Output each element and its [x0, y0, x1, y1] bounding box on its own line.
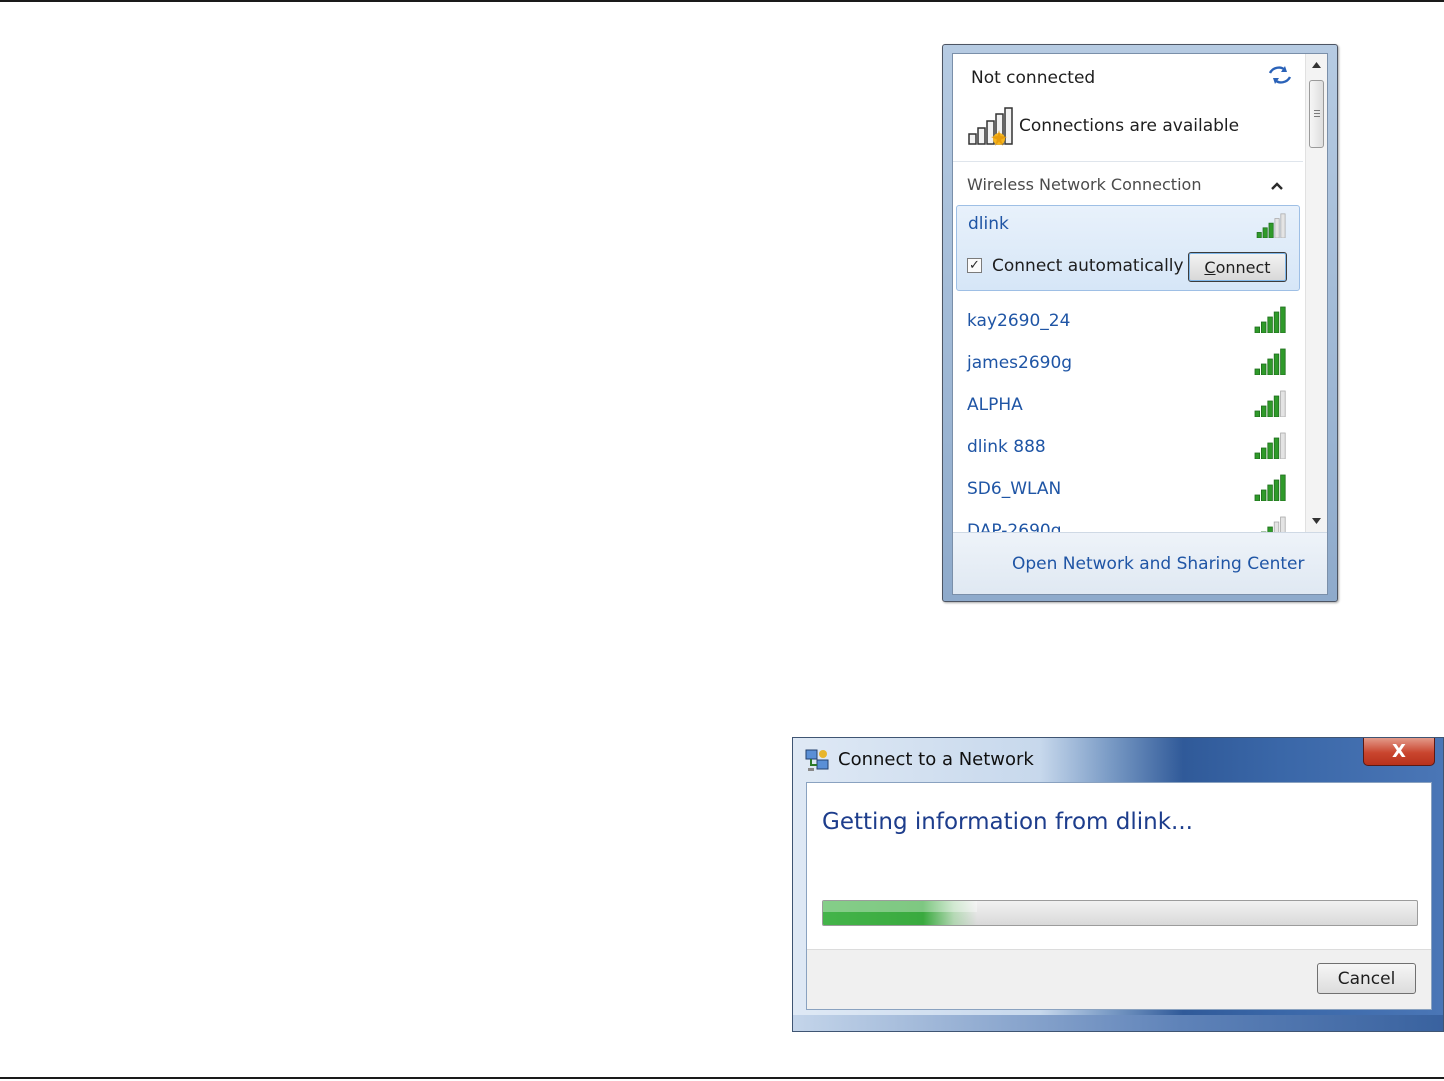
- network-list-item[interactable]: james2690g: [953, 345, 1303, 387]
- signal-bar-filled: [1273, 479, 1280, 501]
- network-name: james2690g: [967, 353, 1073, 373]
- signal-bar-empty: [1274, 218, 1280, 238]
- section-divider: [953, 161, 1303, 162]
- connect-button-mnemonic: C: [1204, 257, 1216, 277]
- network-name: dlink: [968, 214, 1009, 234]
- signal-bar-filled: [1260, 489, 1267, 501]
- progress-fill: [823, 901, 978, 925]
- signal-bar-filled: [1267, 484, 1273, 501]
- signal-bar-filled: [1254, 326, 1260, 333]
- signal-bar-filled: [1262, 227, 1268, 238]
- signal-bar-filled: [1254, 410, 1260, 417]
- signal-bar-filled: [1267, 442, 1273, 459]
- wireless-section-label[interactable]: Wireless Network Connection: [967, 175, 1201, 194]
- network-list-item[interactable]: SD6_WLAN: [953, 471, 1303, 513]
- dialog-content: Getting information from dlink... Cancel: [806, 782, 1432, 1010]
- close-icon: X: [1392, 740, 1406, 762]
- connect-automatically-checkbox[interactable]: ✓: [967, 258, 982, 273]
- connections-available-text: Connections are available: [1019, 116, 1240, 136]
- signal-bar-filled: [1267, 358, 1273, 375]
- signal-strength-icon: [1256, 213, 1286, 238]
- scroll-grip-line: [1314, 110, 1320, 111]
- network-connect-icon: [805, 749, 829, 771]
- page-top-rule: [0, 0, 1444, 2]
- scroll-grip-line: [1314, 116, 1320, 117]
- signal-bar-filled: [1273, 395, 1280, 417]
- open-network-sharing-center-link[interactable]: Open Network and Sharing Center: [1012, 554, 1304, 574]
- wireless-signal-warning-icon: [968, 107, 1013, 146]
- network-name: SD6_WLAN: [967, 479, 1062, 499]
- signal-bar-filled: [1280, 474, 1286, 501]
- page-bottom-rule: [0, 1077, 1444, 1079]
- signal-bar-filled: [1260, 405, 1267, 417]
- network-name: dlink 888: [967, 437, 1046, 457]
- connection-status-title: Not connected: [971, 68, 1096, 88]
- connect-automatically-label[interactable]: Connect automatically: [992, 256, 1184, 276]
- signal-bar-empty: [1280, 390, 1286, 417]
- dialog-title: Connect to a Network: [838, 749, 1034, 770]
- selected-network-dlink[interactable]: dlink ✓ Connect automatically Connect: [956, 205, 1300, 291]
- signal-strength-icon: [1254, 432, 1286, 459]
- signal-strength-icon: [1254, 474, 1286, 501]
- dialog-actions: Cancel: [807, 949, 1431, 1009]
- signal-bar-empty: [1280, 432, 1286, 459]
- scroll-up-arrow-icon[interactable]: [1312, 62, 1321, 68]
- network-list-item[interactable]: ALPHA: [953, 387, 1303, 429]
- signal-strength-icon: [1254, 390, 1286, 417]
- connect-button[interactable]: Connect: [1188, 252, 1287, 282]
- signal-bar-filled: [1256, 232, 1262, 238]
- signal-bar-filled: [1254, 494, 1260, 501]
- signal-bar-filled: [1254, 368, 1260, 375]
- signal-bar-filled: [1267, 400, 1273, 417]
- cancel-button[interactable]: Cancel: [1317, 963, 1416, 994]
- network-flyout-body: Not connected Connections are available …: [952, 53, 1328, 595]
- dialog-status-heading: Getting information from dlink...: [822, 809, 1193, 835]
- signal-bar-filled: [1260, 447, 1267, 459]
- scroll-thumb[interactable]: [1309, 80, 1324, 148]
- signal-bar-filled: [1260, 363, 1267, 375]
- network-name: kay2690_24: [967, 311, 1071, 331]
- flyout-footer: Open Network and Sharing Center: [953, 532, 1327, 594]
- signal-strength-icon: [1254, 306, 1286, 333]
- dialog-frame-bottom: [793, 1015, 1443, 1031]
- network-list-item[interactable]: dlink 888: [953, 429, 1303, 471]
- signal-strength-icon: [1254, 348, 1286, 375]
- chevron-up-icon[interactable]: [1270, 181, 1284, 191]
- signal-bar-filled: [1268, 222, 1274, 238]
- refresh-arrows-icon[interactable]: [1267, 64, 1293, 86]
- connection-progress-bar: [822, 900, 1418, 926]
- signal-bar-filled: [1280, 348, 1286, 375]
- connect-to-network-dialog: Connect to a Network X Getting informati…: [792, 737, 1444, 1032]
- scroll-grip-line: [1314, 113, 1320, 114]
- signal-bar-filled: [1273, 437, 1280, 459]
- signal-bar-empty: [1280, 213, 1286, 238]
- network-list-item[interactable]: kay2690_24: [953, 303, 1303, 345]
- close-button[interactable]: X: [1363, 738, 1435, 766]
- signal-bar-filled: [1254, 452, 1260, 459]
- connect-button-label: onnect: [1215, 257, 1271, 277]
- scroll-down-arrow-icon[interactable]: [1312, 518, 1321, 524]
- network-list-scrollbar[interactable]: [1305, 54, 1327, 532]
- signal-bar-filled: [1260, 321, 1267, 333]
- signal-bar-filled: [1280, 306, 1286, 333]
- signal-bar-filled: [1267, 316, 1273, 333]
- network-flyout: Not connected Connections are available …: [942, 44, 1338, 602]
- signal-bar-filled: [1273, 353, 1280, 375]
- signal-bar-filled: [1273, 311, 1280, 333]
- network-name: ALPHA: [967, 395, 1023, 415]
